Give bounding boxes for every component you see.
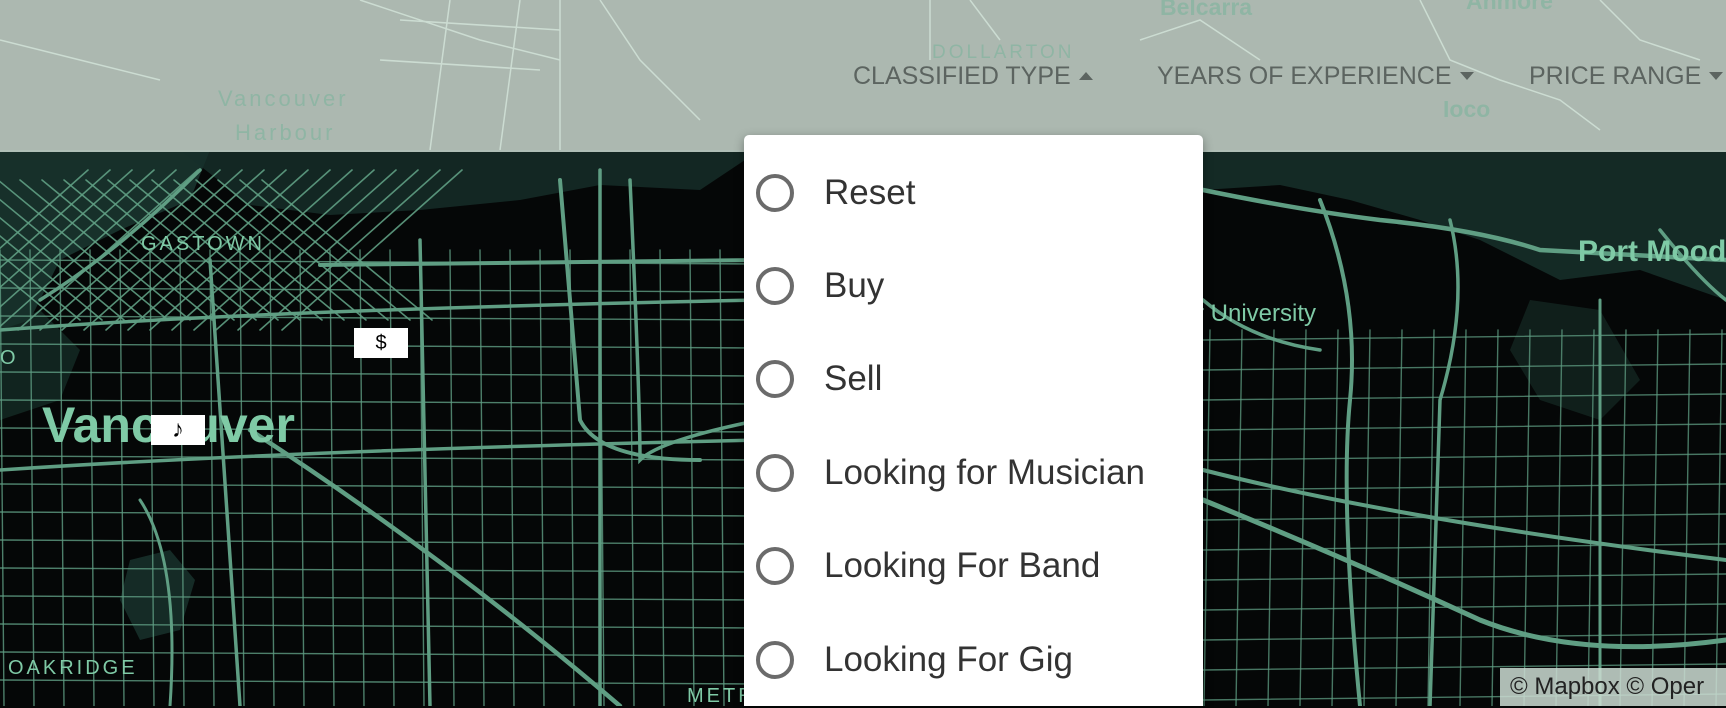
map-label-port-moody: Port Moody bbox=[1578, 235, 1726, 268]
radio-unchecked-icon[interactable] bbox=[756, 547, 794, 585]
option-label: Sell bbox=[824, 359, 883, 398]
option-sell[interactable]: Sell bbox=[744, 334, 1203, 424]
option-label: Looking For Gig bbox=[824, 640, 1074, 679]
option-looking-for-gig[interactable]: Looking For Gig bbox=[744, 615, 1203, 705]
years-of-experience-label: YEARS OF EXPERIENCE bbox=[1157, 61, 1452, 90]
classified-type-label: CLASSIFIED TYPE bbox=[853, 61, 1071, 90]
map-label-ioco: Ioco bbox=[1443, 96, 1491, 122]
radio-unchecked-icon[interactable] bbox=[756, 174, 794, 212]
option-reset[interactable]: Reset bbox=[744, 148, 1203, 238]
map-label-anmore: Anmore bbox=[1466, 0, 1553, 14]
caret-up-icon bbox=[1078, 72, 1093, 80]
radio-unchecked-icon[interactable] bbox=[756, 360, 794, 398]
map-label-belcarra: Belcarra bbox=[1160, 0, 1253, 20]
years-of-experience-filter[interactable]: YEARS OF EXPERIENCE bbox=[1157, 58, 1474, 94]
option-label: Looking for Musician bbox=[824, 453, 1145, 492]
sell-marker[interactable]: $ bbox=[354, 328, 408, 358]
map-label-partial-o: O bbox=[0, 347, 16, 369]
map-label-oakridge: OAKRIDGE bbox=[8, 657, 138, 679]
option-label: Reset bbox=[824, 173, 916, 212]
price-range-filter[interactable]: PRICE RANGE bbox=[1529, 58, 1724, 94]
radio-unchecked-icon[interactable] bbox=[756, 267, 794, 305]
musician-marker[interactable]: ♪ bbox=[151, 415, 205, 445]
caret-down-icon bbox=[1709, 72, 1724, 80]
caret-down-icon bbox=[1459, 72, 1474, 80]
radio-unchecked-icon[interactable] bbox=[756, 641, 794, 679]
map-label-university: r University bbox=[1196, 300, 1317, 327]
option-buy[interactable]: Buy bbox=[744, 241, 1203, 331]
map-label-vancouver-harbour-2: Harbour bbox=[235, 120, 336, 145]
price-range-label: PRICE RANGE bbox=[1529, 61, 1702, 90]
option-looking-for-band[interactable]: Looking For Band bbox=[744, 521, 1203, 611]
option-label: Buy bbox=[824, 266, 885, 305]
filters: CLASSIFIED TYPE YEARS OF EXPERIENCE PRIC… bbox=[0, 58, 1726, 94]
map-attribution[interactable]: © Mapbox © Oper bbox=[1500, 668, 1726, 706]
classified-type-filter[interactable]: CLASSIFIED TYPE bbox=[853, 58, 1093, 94]
option-looking-for-musician[interactable]: Looking for Musician bbox=[744, 428, 1203, 518]
radio-unchecked-icon[interactable] bbox=[756, 454, 794, 492]
option-label: Looking For Band bbox=[824, 546, 1101, 585]
map-label-gastown: GASTOWN bbox=[141, 233, 265, 255]
classified-type-dropdown: Reset Buy Sell Looking for Musician Look… bbox=[744, 135, 1203, 706]
